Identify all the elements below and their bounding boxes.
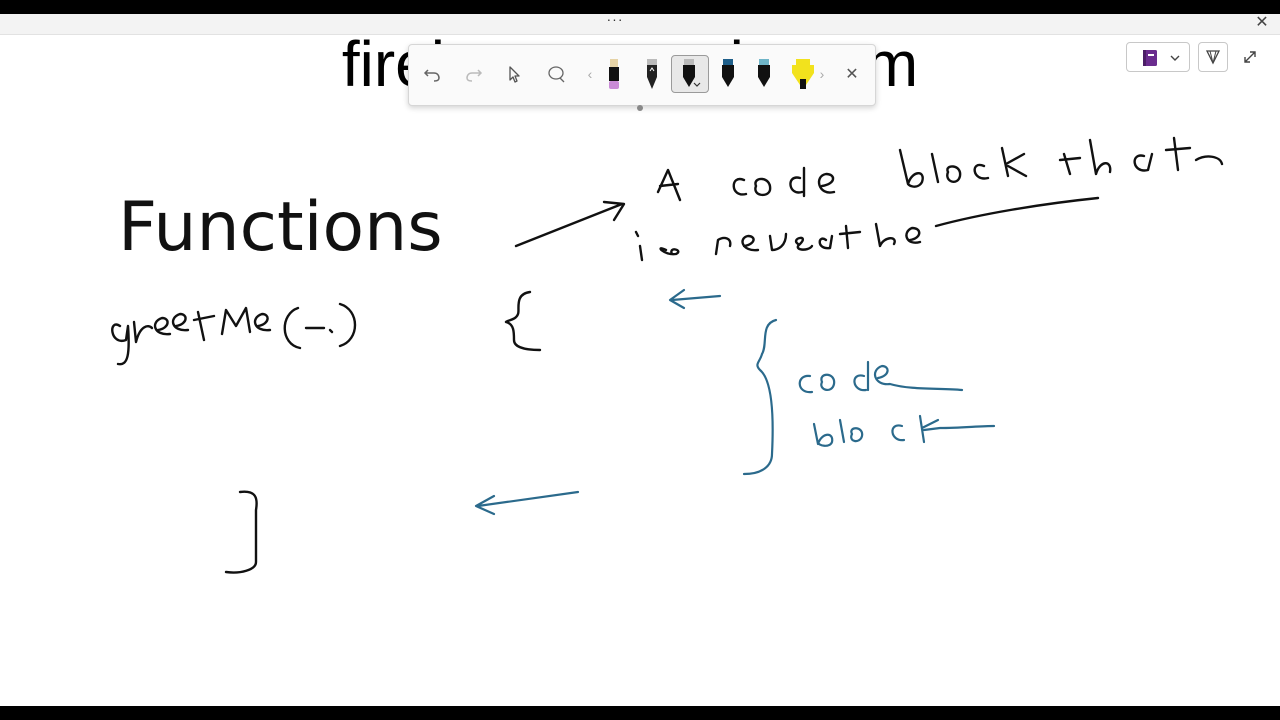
- undo-icon: [423, 69, 440, 82]
- top-black-bar: [0, 0, 1280, 14]
- toolbar-drag-handle[interactable]: [637, 105, 643, 111]
- lasso-button[interactable]: [539, 55, 573, 93]
- redo-button[interactable]: [457, 55, 491, 93]
- black-pen-tool[interactable]: [671, 55, 709, 93]
- undo-button[interactable]: [415, 55, 449, 93]
- pen-mode-icon: [1205, 50, 1221, 65]
- toolbar-close-button[interactable]: ✕: [835, 55, 869, 93]
- teal-pen-tool[interactable]: [747, 55, 781, 93]
- eraser-tool[interactable]: [597, 55, 631, 93]
- blue-pen-tool[interactable]: [711, 55, 745, 93]
- blue-pen-icon: [722, 59, 734, 87]
- next-pens-chevron-icon[interactable]: ›: [817, 65, 827, 83]
- highlighter-pen-icon: [792, 59, 814, 89]
- prev-pens-chevron-icon[interactable]: ‹: [585, 65, 595, 83]
- teal-pen-icon: [758, 59, 770, 87]
- pencil-pen-icon: [647, 59, 657, 89]
- notebook-icon: [1143, 50, 1180, 66]
- eraser-pen-icon: [609, 59, 619, 89]
- select-button[interactable]: [497, 55, 531, 93]
- bottom-black-bar: [0, 706, 1280, 720]
- ink-toolbar: ‹ › ✕: [408, 44, 876, 111]
- black-ink-strokes: [111, 136, 1224, 574]
- pen-mode-button[interactable]: [1198, 42, 1228, 72]
- black-pen-icon: [683, 59, 701, 87]
- lasso-select-icon: [548, 66, 565, 83]
- expand-icon: [1244, 51, 1256, 63]
- whiteboard-window: ··· ✕ firebase.google.com Functions: [0, 14, 1280, 706]
- ink-canvas[interactable]: [0, 14, 1280, 706]
- blue-ink-strokes: [474, 288, 996, 516]
- pencil-tool[interactable]: [635, 55, 669, 93]
- notebook-selector-button[interactable]: [1126, 42, 1190, 72]
- select-pointer-icon: [509, 66, 520, 83]
- redo-icon: [466, 69, 483, 82]
- expand-button[interactable]: [1236, 42, 1264, 72]
- window-controls: [1126, 42, 1266, 74]
